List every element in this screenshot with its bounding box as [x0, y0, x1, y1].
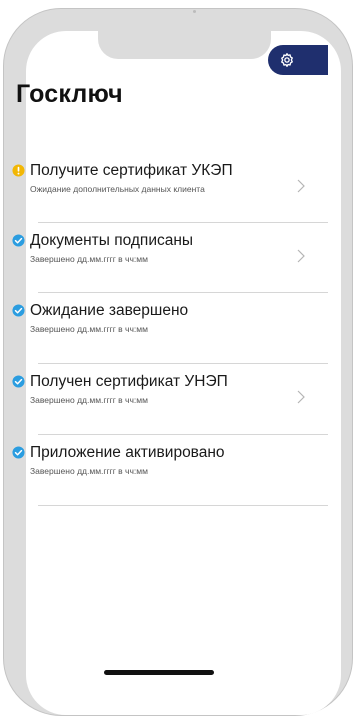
settings-button[interactable]: [268, 45, 328, 75]
camera-dot: [193, 10, 196, 13]
step-title: Получите сертификат УКЭП: [30, 162, 233, 179]
check-circle-icon: [12, 375, 25, 388]
step-subtitle: Ожидание дополнительных данных клиента: [30, 184, 205, 194]
step-subtitle: Завершено дд.мм.гггг в чч:мм: [30, 254, 148, 264]
divider: [38, 292, 328, 293]
divider: [38, 434, 328, 435]
step-app-activated[interactable]: Приложение активировано Завершено дд.мм.…: [12, 444, 312, 514]
exclamation-circle-icon: [12, 164, 25, 177]
notch: [98, 31, 271, 59]
step-waiting-complete[interactable]: Ожидание завершено Завершено дд.мм.гггг …: [12, 302, 312, 372]
chevron-right-icon: [297, 179, 305, 193]
divider: [38, 363, 328, 364]
step-title: Документы подписаны: [30, 232, 194, 249]
step-unep-certificate-received[interactable]: Получен сертификат УНЭП Завершено дд.мм.…: [12, 373, 312, 443]
divider: [38, 505, 328, 506]
step-subtitle: Завершено дд.мм.гггг в чч:мм: [30, 395, 148, 405]
page-title: Госключ: [16, 80, 123, 108]
check-circle-icon: [12, 234, 25, 247]
chevron-right-icon: [297, 249, 305, 263]
check-circle-icon: [12, 304, 25, 317]
check-circle-icon: [12, 446, 25, 459]
step-title: Ожидание завершено: [30, 302, 189, 319]
step-title: Получен сертификат УНЭП: [30, 373, 228, 390]
step-title: Приложение активировано: [30, 444, 225, 461]
step-subtitle: Завершено дд.мм.гггг в чч:мм: [30, 466, 148, 476]
home-indicator[interactable]: [104, 670, 214, 675]
divider: [38, 222, 328, 223]
chevron-right-icon: [297, 390, 305, 404]
gear-icon: [281, 53, 293, 67]
step-subtitle: Завершено дд.мм.гггг в чч:мм: [30, 324, 148, 334]
